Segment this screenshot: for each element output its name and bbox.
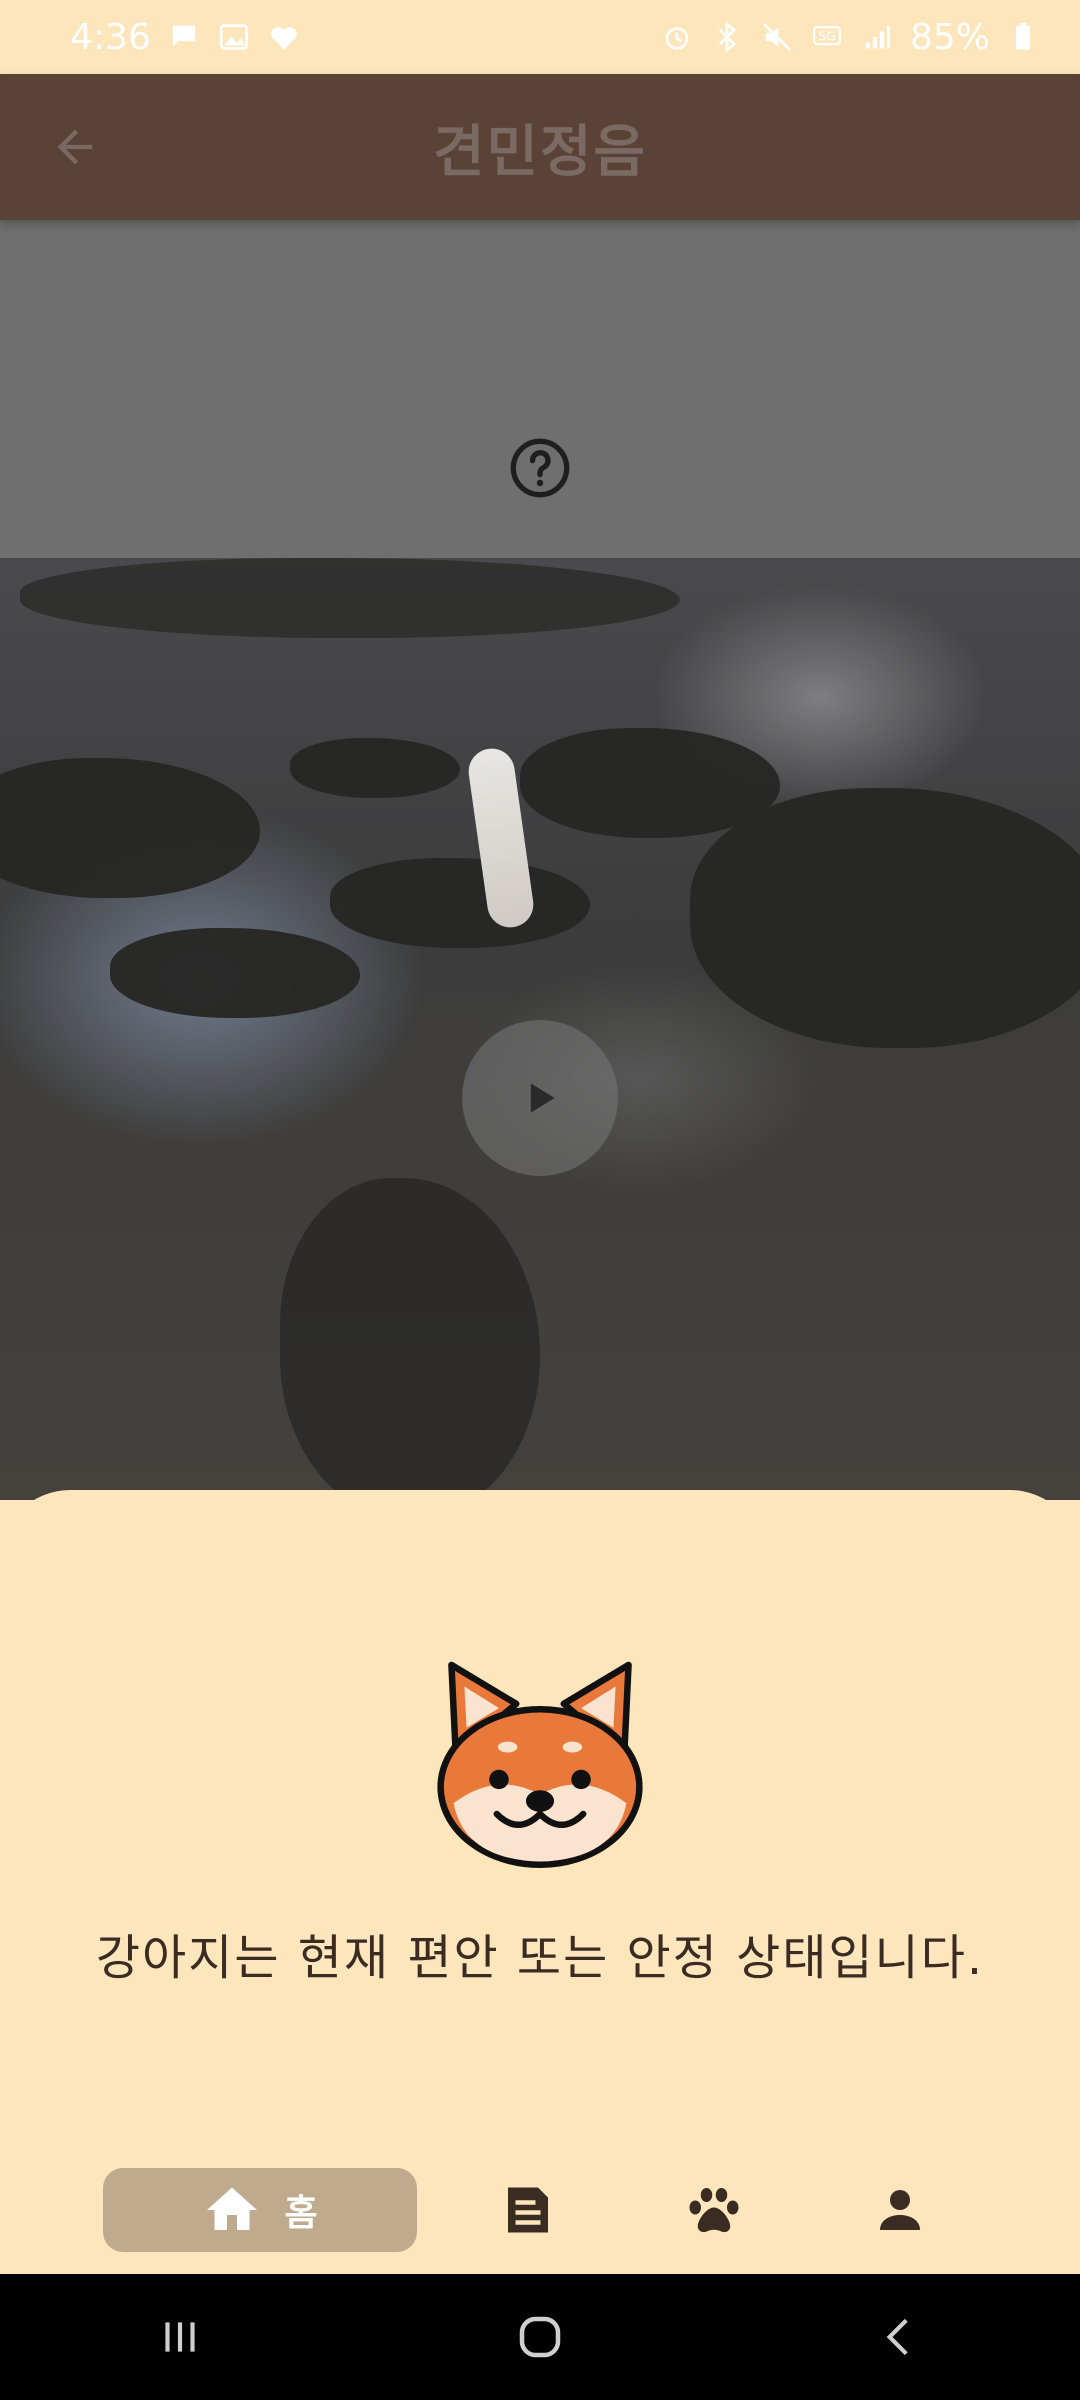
- bluetooth-icon: [718, 21, 737, 53]
- battery-icon: [1015, 22, 1031, 50]
- rock-shape: [330, 858, 590, 948]
- shiba-dog-icon: [437, 1661, 643, 1868]
- message-icon: [172, 25, 196, 47]
- app-title: 견민정음: [432, 119, 648, 185]
- 5g-icon: 5G: [813, 25, 841, 46]
- home-icon: [207, 2187, 258, 2230]
- recent-apps-button[interactable]: [140, 2297, 220, 2377]
- document-icon: [508, 2187, 548, 2233]
- rock-shape: [280, 1178, 540, 1500]
- gallery-icon: [219, 24, 249, 50]
- nav-pet[interactable]: [676, 2168, 752, 2252]
- arrow-left-icon: [57, 129, 93, 165]
- rock-shape: [0, 758, 260, 898]
- rock-shape: [20, 558, 680, 638]
- nav-home-label: 홈: [284, 2193, 318, 2234]
- bottom-nav: 홈: [0, 2150, 1080, 2274]
- battery-percent: 85%: [909, 16, 990, 58]
- rock-shape: [110, 928, 360, 1018]
- status-time: 4:36: [70, 16, 151, 58]
- status-message: 강아지는 현재 편안 또는 안정 상태입니다.: [95, 1930, 985, 1986]
- play-icon: [530, 1083, 555, 1113]
- rock-shape: [690, 788, 1080, 1048]
- home-circle-icon: [519, 2316, 561, 2358]
- help-circle-icon: [510, 438, 570, 498]
- home-system-button[interactable]: [500, 2297, 580, 2377]
- screen: 4:36 5G 85% 견민정음 강아지는 현재 편안 또는 안정 상태입니다.…: [0, 0, 1080, 2400]
- svg-text:5G: 5G: [818, 30, 836, 45]
- signal-icon: [865, 25, 890, 49]
- person-icon: [880, 2190, 920, 2230]
- nav-profile[interactable]: [862, 2168, 938, 2252]
- chevron-left-icon: [886, 2318, 908, 2356]
- app-bar: 견민정음: [0, 74, 1080, 220]
- status-bar: 4:36 5G 85%: [0, 0, 1080, 74]
- nav-records[interactable]: [490, 2168, 566, 2252]
- status-right: 5G 85%: [660, 17, 1040, 58]
- heart-icon: [271, 27, 297, 50]
- info-band: [0, 220, 1080, 558]
- paw-icon: [689, 2188, 739, 2233]
- nav-home[interactable]: 홈: [103, 2168, 417, 2252]
- rock-shape: [290, 738, 460, 798]
- back-system-button[interactable]: [860, 2297, 940, 2377]
- play-button[interactable]: [462, 1020, 618, 1176]
- mute-icon: [763, 23, 791, 51]
- back-button[interactable]: [40, 112, 110, 182]
- help-button[interactable]: [508, 436, 572, 500]
- alarm-icon: [665, 27, 689, 50]
- status-left: 4:36: [70, 17, 301, 58]
- system-nav-bar: [0, 2274, 1080, 2400]
- recent-apps-icon: [165, 2322, 195, 2352]
